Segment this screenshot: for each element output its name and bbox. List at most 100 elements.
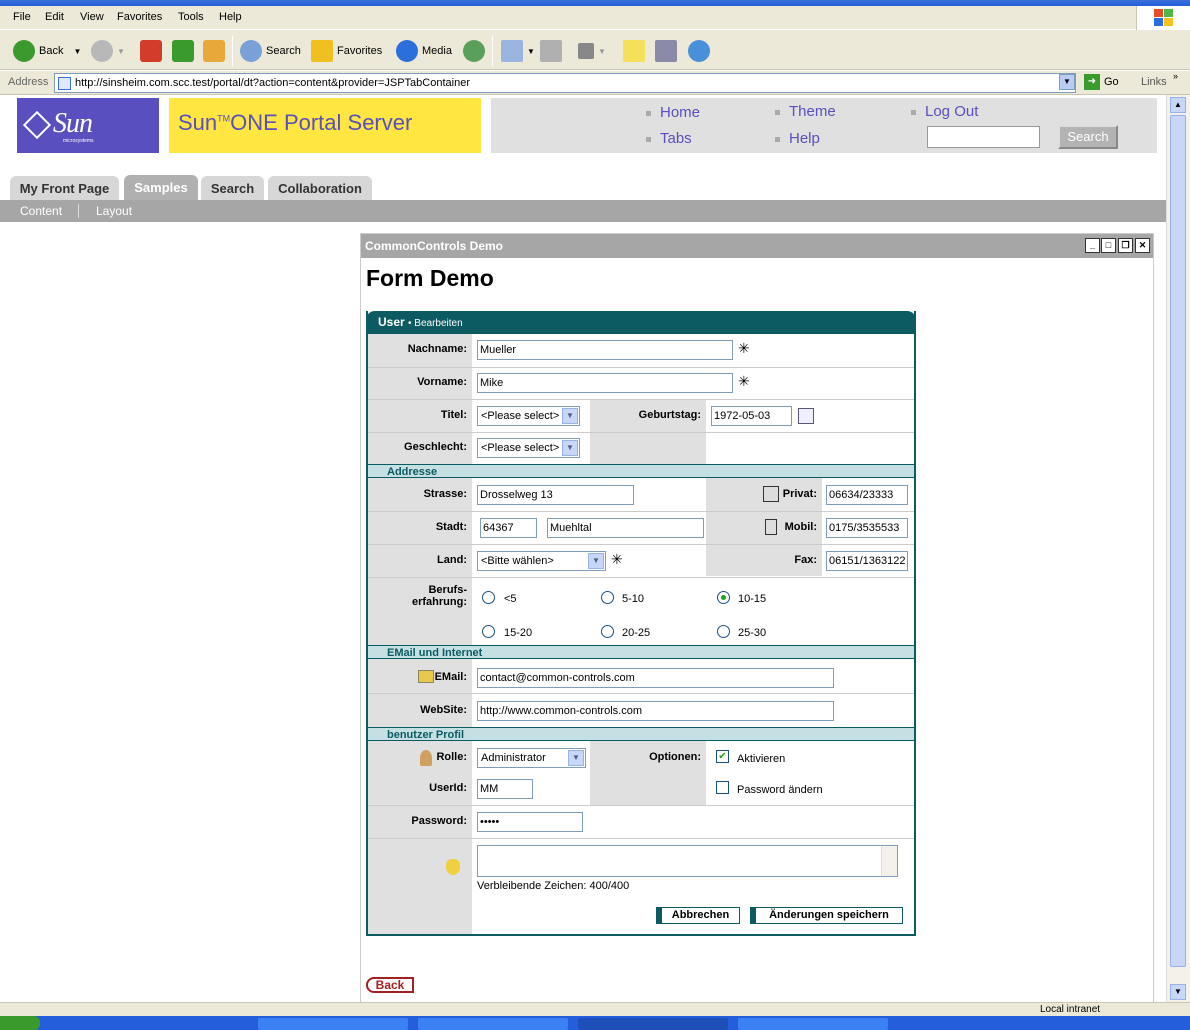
link-logout[interactable]: Log Out — [911, 103, 978, 120]
messenger-button[interactable] — [688, 38, 714, 64]
portal-title-tm: TM — [217, 113, 231, 124]
go-button[interactable]: ➜ Go — [1084, 74, 1119, 90]
plz-field[interactable]: 64367 — [480, 518, 537, 538]
menu-file[interactable]: File — [13, 11, 31, 23]
menu-favorites[interactable]: Favorites — [117, 11, 162, 23]
portal-search-input[interactable] — [927, 126, 1040, 148]
discuss-button[interactable] — [623, 38, 649, 64]
page-scrollbar[interactable]: ▲ ▼ — [1166, 95, 1190, 1002]
menu-edit[interactable]: Edit — [45, 11, 64, 23]
rolle-select[interactable]: Administrator ▼ — [477, 748, 586, 768]
privat-field[interactable]: 06634/23333 — [826, 485, 908, 505]
refresh-button[interactable] — [172, 38, 198, 64]
radio-5-10[interactable] — [601, 591, 614, 604]
portal-search-button[interactable]: Search — [1058, 125, 1118, 149]
radio-15-20[interactable] — [482, 625, 495, 638]
sun-logo[interactable]: Sun microsystems — [17, 98, 159, 153]
back-dropdown-icon[interactable]: ▼ — [73, 47, 81, 56]
calendar-icon[interactable] — [798, 408, 814, 424]
save-button[interactable]: Änderungen speichern — [750, 907, 903, 924]
radio-25-30[interactable] — [717, 625, 730, 638]
taskbar-item[interactable] — [258, 1018, 408, 1030]
stadt-field[interactable]: Muehltal — [547, 518, 704, 538]
section-addresse: Addresse — [368, 464, 914, 478]
password-label: Password: — [411, 815, 467, 827]
scroll-thumb[interactable] — [1170, 115, 1186, 967]
menu-view[interactable]: View — [80, 11, 104, 23]
textarea-scrollbar[interactable] — [881, 846, 897, 876]
taskbar-item-active[interactable] — [578, 1018, 728, 1030]
menu-tools[interactable]: Tools — [178, 11, 204, 23]
taskbar-item[interactable] — [418, 1018, 568, 1030]
links-button[interactable]: Links — [1141, 76, 1167, 88]
nachname-field[interactable]: Mueller — [477, 340, 733, 360]
minimize-icon[interactable]: _ — [1085, 238, 1100, 253]
aktivieren-checkbox[interactable]: ✔ — [716, 750, 729, 763]
row-divider — [368, 432, 914, 433]
titel-select[interactable]: <Please select> ▼ — [477, 406, 580, 426]
berufserfahrung-label: Berufs-erfahrung: — [368, 584, 467, 608]
subnav-layout[interactable]: Layout — [96, 204, 132, 218]
comment-textarea[interactable] — [477, 845, 898, 877]
land-select[interactable]: <Bitte wählen> ▼ — [477, 551, 606, 571]
subnav-content[interactable]: Content — [20, 204, 62, 218]
close-icon[interactable]: ✕ — [1135, 238, 1150, 253]
status-bar: Local intranet — [0, 1002, 1190, 1016]
detach-icon[interactable]: ❐ — [1118, 238, 1133, 253]
edit-button[interactable]: ▼ — [578, 38, 606, 64]
link-tabs[interactable]: Tabs — [646, 130, 692, 147]
stop-icon — [140, 40, 162, 62]
links-chevron-icon[interactable]: » — [1173, 71, 1178, 81]
security-zone: Local intranet — [1040, 1004, 1101, 1015]
scroll-up-icon[interactable]: ▲ — [1170, 97, 1186, 113]
forward-button[interactable]: ▼ — [91, 38, 125, 64]
radio-lt5[interactable] — [482, 591, 495, 604]
link-home[interactable]: Home — [646, 104, 700, 121]
website-field[interactable]: http://www.common-controls.com — [477, 701, 834, 721]
favorites-button[interactable]: Favorites — [311, 38, 382, 64]
stop-button[interactable] — [140, 38, 166, 64]
tab-samples[interactable]: Samples — [124, 175, 198, 200]
userid-field[interactable]: MM — [477, 779, 533, 799]
research-button[interactable] — [655, 38, 681, 64]
password-field[interactable]: ••••• — [477, 812, 583, 832]
tab-collaboration[interactable]: Collaboration — [268, 176, 372, 200]
go-arrow-icon: ➜ — [1084, 74, 1100, 90]
rolle-label: Rolle: — [436, 751, 467, 763]
history-button[interactable] — [463, 38, 489, 64]
link-help[interactable]: Help — [775, 130, 820, 147]
password-aendern-checkbox[interactable] — [716, 781, 729, 794]
media-button[interactable]: Media — [396, 38, 452, 64]
link-theme[interactable]: Theme — [775, 103, 836, 120]
star-icon — [311, 40, 333, 62]
vorname-label: Vorname: — [417, 376, 467, 388]
strasse-field[interactable]: Drosselweg 13 — [477, 485, 634, 505]
tab-my-front-page[interactable]: My Front Page — [10, 176, 119, 200]
vorname-field[interactable]: Mike — [477, 373, 733, 393]
email-field[interactable]: contact@common-controls.com — [477, 668, 834, 688]
start-button[interactable] — [0, 1016, 40, 1030]
scroll-down-icon[interactable]: ▼ — [1170, 984, 1186, 1000]
tab-search[interactable]: Search — [201, 176, 264, 200]
radio-20-25[interactable] — [601, 625, 614, 638]
search-button[interactable]: Search — [240, 38, 301, 64]
mobil-field[interactable]: 0175/3535533 — [826, 518, 908, 538]
print-button[interactable] — [540, 38, 566, 64]
home-button[interactable] — [203, 38, 229, 64]
menu-help[interactable]: Help — [219, 11, 242, 23]
back-button[interactable]: Back ▼ — [13, 38, 81, 64]
geburtstag-field[interactable]: 1972-05-03 — [711, 406, 792, 426]
maximize-icon[interactable]: □ — [1101, 238, 1116, 253]
back-arrow-icon — [13, 40, 35, 62]
address-dropdown-icon[interactable]: ▼ — [1059, 74, 1075, 90]
back-link-button[interactable]: Back — [366, 977, 414, 993]
windows-logo-icon — [1136, 6, 1190, 30]
radio-label: <5 — [504, 593, 517, 605]
geschlecht-select[interactable]: <Please select> ▼ — [477, 438, 580, 458]
cancel-button[interactable]: Abbrechen — [656, 907, 740, 924]
mail-button[interactable]: ▼ — [501, 38, 535, 64]
radio-10-15[interactable] — [717, 591, 730, 604]
fax-field[interactable]: 06151/1363122 — [826, 551, 908, 571]
address-input[interactable]: http://sinsheim.com.scc.test/portal/dt?a… — [54, 73, 1076, 93]
taskbar-item[interactable] — [738, 1018, 888, 1030]
